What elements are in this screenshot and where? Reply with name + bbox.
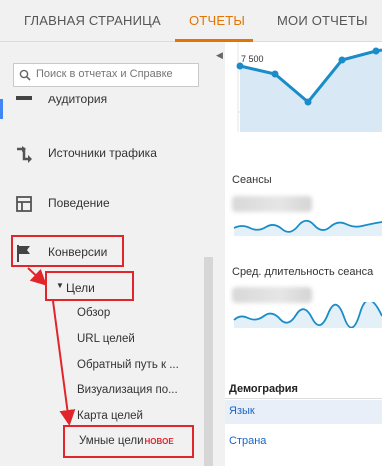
metric-sessions-label: Сеансы (232, 174, 272, 186)
annotation-box-goals (45, 271, 134, 301)
chart-tick-label: 7 500 (241, 54, 264, 64)
duration-sparkline (233, 302, 382, 328)
sidebar-item-traffic-sources[interactable]: Источники трафика (0, 139, 200, 169)
tab-my-reports[interactable]: МОИ ОТЧЕТЫ (277, 13, 368, 28)
divider (225, 398, 382, 399)
country-link[interactable]: Страна (229, 435, 266, 447)
metric-sessions-value (232, 196, 312, 212)
audience-icon (16, 96, 32, 100)
sidebar-item-label: Поведение (48, 196, 110, 210)
tab-reports[interactable]: ОТЧЕТЫ (189, 13, 245, 28)
annotation-box-conversions (11, 235, 124, 267)
search-input[interactable] (36, 68, 196, 80)
panel-gutter[interactable]: ◀ (215, 42, 225, 466)
reverse-goal-path-link[interactable]: Обратный путь к ... (77, 359, 179, 371)
funnel-visualization-link[interactable]: Визуализация по... (77, 384, 178, 396)
tab-home[interactable]: ГЛАВНАЯ СТРАНИЦА (24, 13, 161, 28)
demographics-title: Демография (229, 383, 298, 395)
traffic-sources-icon (17, 146, 32, 163)
sidebar-item-behavior[interactable]: Поведение (0, 189, 200, 219)
sidebar-scrollbar[interactable] (204, 257, 213, 466)
sidebar-item-label: Источники трафика (48, 146, 157, 160)
metric-avg-duration-value (232, 287, 312, 303)
behavior-icon (16, 196, 32, 212)
goal-urls-link[interactable]: URL целей (77, 333, 135, 345)
goal-flow-link[interactable]: Карта целей (77, 410, 143, 422)
language-link[interactable]: Язык (229, 405, 255, 417)
sidebar-item-label: Аудитория (48, 96, 108, 106)
demographics-row-language[interactable]: Язык (225, 400, 382, 424)
collapse-sidebar-icon[interactable]: ◀ (216, 50, 223, 61)
goals-overview-link[interactable]: Обзор (77, 307, 110, 319)
search-box[interactable] (13, 63, 199, 87)
search-icon (19, 69, 31, 81)
sidebar-item-audience[interactable]: Аудитория (0, 96, 200, 116)
annotation-box-smart-goals (63, 425, 194, 458)
top-navigation: ГЛАВНАЯ СТРАНИЦА ОТЧЕТЫ МОИ ОТЧЕТЫ (0, 0, 382, 42)
sessions-sparkline (233, 219, 382, 236)
metric-avg-duration-label: Сред. длительность сеанса (232, 266, 374, 278)
